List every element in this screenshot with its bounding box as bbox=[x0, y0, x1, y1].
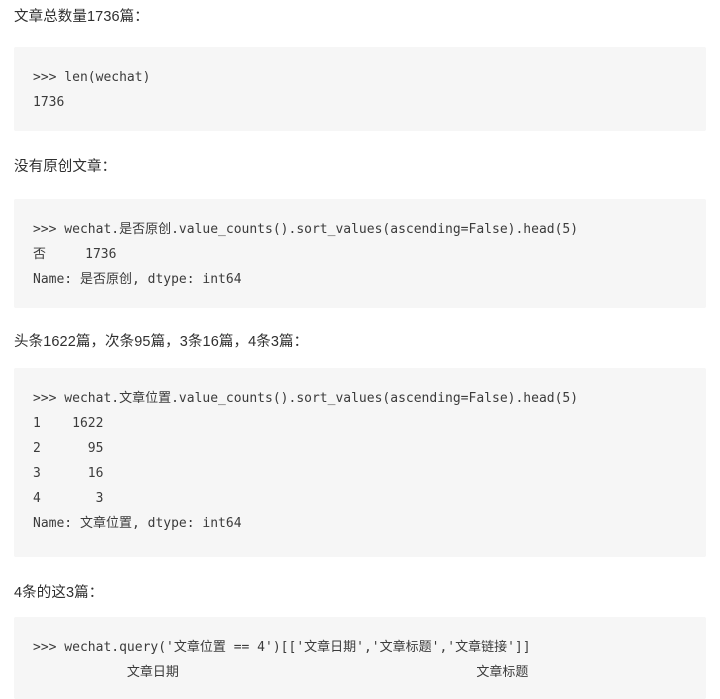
code-line: 否 1736 bbox=[33, 247, 117, 262]
code-lines: >>> wechat.query('文章位置 == 4')[['文章日期','文… bbox=[33, 635, 531, 685]
code-block-content: >>> wechat.是否原创.value_counts().sort_valu… bbox=[33, 217, 578, 292]
code-block-content: >>> len(wechat) 1736 bbox=[33, 65, 150, 115]
code-block-total-articles: >>> len(wechat) 1736 bbox=[14, 47, 706, 131]
section-heading-article-position: 头条1622篇，次条95篇，3条16篇，4条3篇： bbox=[14, 334, 309, 350]
code-block-no-original-articles: >>> wechat.是否原创.value_counts().sort_valu… bbox=[14, 199, 706, 308]
code-line: 3 16 bbox=[33, 466, 104, 481]
code-lines: >>> wechat.文章位置.value_counts().sort_valu… bbox=[33, 386, 578, 536]
article-stats-document: 文章总数量1736篇： >>> len(wechat) 1736 没有原创文章： … bbox=[0, 0, 720, 699]
code-block-content: >>> wechat.query('文章位置 == 4')[['文章日期','文… bbox=[33, 635, 531, 685]
code-line: >>> len(wechat) bbox=[33, 70, 151, 85]
code-line: Name: 文章位置, dtype: int64 bbox=[33, 516, 242, 531]
code-line: >>> wechat.是否原创.value_counts().sort_valu… bbox=[33, 222, 579, 237]
code-line: 1 1622 bbox=[33, 416, 104, 431]
code-line: >>> wechat.文章位置.value_counts().sort_valu… bbox=[33, 391, 579, 406]
section-heading-no-original-articles: 没有原创文章： bbox=[14, 159, 117, 175]
code-block-position-four-articles: >>> wechat.query('文章位置 == 4')[['文章日期','文… bbox=[14, 617, 706, 699]
code-line: Name: 是否原创, dtype: int64 bbox=[33, 272, 242, 287]
code-lines: >>> wechat.是否原创.value_counts().sort_valu… bbox=[33, 217, 578, 292]
section-heading-position-four-articles: 4条的这3篇： bbox=[14, 585, 104, 601]
code-block-content: >>> wechat.文章位置.value_counts().sort_valu… bbox=[33, 386, 578, 536]
code-line: 文章日期 文章标题 bbox=[33, 665, 529, 680]
code-line: 2 95 bbox=[33, 441, 104, 456]
code-line: 1736 bbox=[33, 95, 65, 110]
section-heading-total-articles: 文章总数量1736篇： bbox=[14, 9, 149, 25]
code-line: 4 3 bbox=[33, 491, 104, 506]
code-line: >>> wechat.query('文章位置 == 4')[['文章日期','文… bbox=[33, 640, 531, 655]
code-block-article-position: >>> wechat.文章位置.value_counts().sort_valu… bbox=[14, 368, 706, 557]
code-lines: >>> len(wechat) 1736 bbox=[33, 65, 150, 115]
